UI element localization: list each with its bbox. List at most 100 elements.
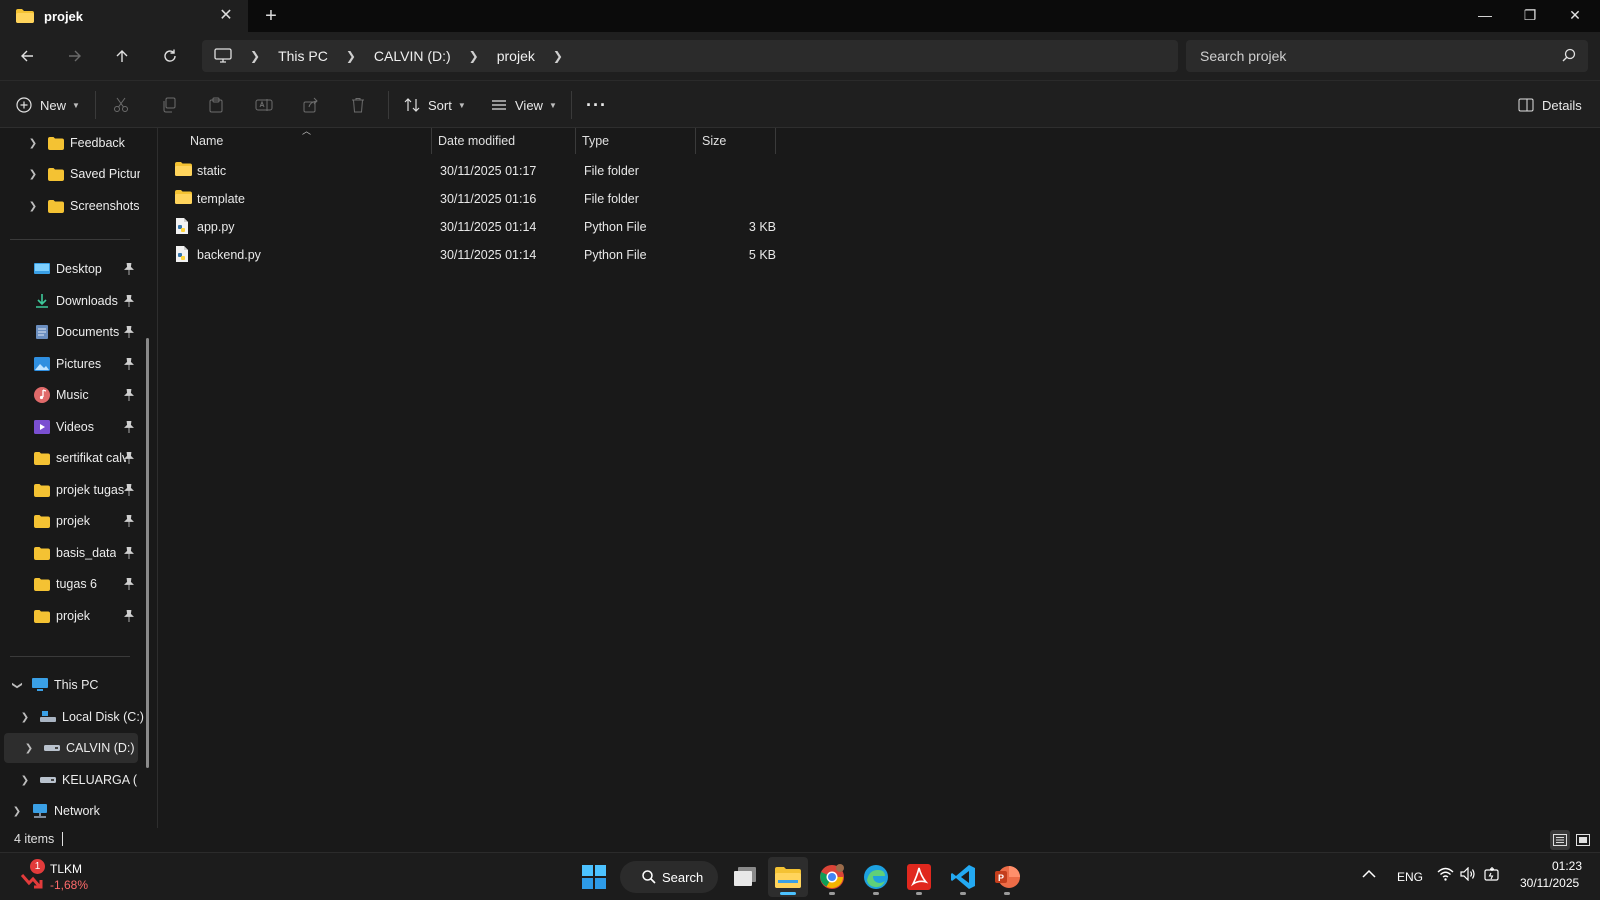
chevron-right-icon[interactable]: ❯ (545, 49, 571, 63)
column-divider[interactable] (575, 128, 576, 154)
pin-icon[interactable] (124, 358, 134, 370)
file-row-app-py[interactable]: app.py 30/11/2025 01:14 Python File 3 KB (171, 214, 781, 240)
refresh-button[interactable] (156, 42, 184, 70)
view-button[interactable]: View ▼ (491, 90, 557, 120)
chevron-down-icon[interactable]: ❯ (12, 678, 23, 692)
taskbar-powerpoint[interactable]: P (987, 857, 1027, 897)
up-button[interactable] (108, 42, 136, 70)
sidebar-item-desktop[interactable]: Desktop (0, 254, 148, 284)
sidebar-item-sertifikat-calvin[interactable]: sertifikat calvin (0, 443, 148, 473)
chevron-right-icon[interactable]: ❯ (26, 138, 40, 149)
search-icon[interactable] (1562, 48, 1576, 65)
chevron-right-icon[interactable]: ❯ (18, 775, 32, 786)
pin-icon[interactable] (124, 547, 134, 559)
sidebar-item-network[interactable]: ❯ Network (0, 796, 148, 826)
sidebar-item-music[interactable]: Music (0, 380, 148, 410)
taskbar-file-explorer[interactable] (768, 857, 808, 897)
sidebar-item-projek[interactable]: projek (0, 506, 148, 536)
paste-button[interactable] (208, 90, 224, 120)
sidebar-item-saved-pictures[interactable]: ❯ Saved Pictures (0, 159, 148, 189)
sidebar-scrollbar[interactable] (146, 338, 149, 768)
volume-icon[interactable] (1460, 866, 1476, 884)
delete-button[interactable] (350, 90, 366, 120)
language-indicator[interactable]: ENG (1397, 870, 1423, 884)
sidebar-item-local-disk-c[interactable]: ❯ Local Disk (C:) (0, 702, 148, 732)
breadcrumb-calvin-drive[interactable]: CALVIN (D:) (364, 48, 461, 64)
column-header-name[interactable]: Name (190, 128, 223, 154)
sidebar-item-pictures[interactable]: Pictures (0, 349, 148, 379)
pin-icon[interactable] (124, 295, 134, 307)
sidebar-item-documents[interactable]: Documents (0, 317, 148, 347)
chevron-right-icon[interactable]: ❯ (18, 712, 32, 723)
forward-button[interactable] (61, 42, 89, 70)
chevron-right-icon[interactable]: ❯ (461, 49, 487, 63)
details-pane-button[interactable]: Details (1518, 90, 1582, 120)
taskbar-chrome[interactable] (812, 857, 852, 897)
wifi-icon[interactable] (1437, 867, 1454, 884)
sidebar-item-tugas-6[interactable]: tugas 6 (0, 569, 148, 599)
share-button[interactable] (303, 90, 319, 120)
sidebar-item-feedback[interactable]: ❯ Feedback (0, 128, 148, 158)
pin-icon[interactable] (124, 515, 134, 527)
pin-icon[interactable] (124, 263, 134, 275)
column-divider[interactable] (775, 128, 776, 154)
new-tab-button[interactable]: + (260, 5, 282, 27)
chevron-right-icon[interactable]: ❯ (26, 169, 40, 180)
minimize-button[interactable]: — (1462, 0, 1508, 30)
copy-button[interactable] (161, 90, 177, 120)
clock-date[interactable]: 30/11/2025 (1520, 876, 1579, 890)
taskbar-search-button[interactable]: Search (620, 861, 718, 893)
sort-button[interactable]: Sort ▼ (404, 90, 466, 120)
sidebar-item-videos[interactable]: Videos (0, 412, 148, 442)
pin-icon[interactable] (124, 484, 134, 496)
search-box[interactable] (1186, 40, 1588, 72)
pin-icon[interactable] (124, 578, 134, 590)
column-divider[interactable] (695, 128, 696, 154)
tab-projek[interactable]: projek ✕ (0, 0, 248, 32)
address-bar[interactable]: ❯ This PC ❯ CALVIN (D:) ❯ projek ❯ (202, 40, 1178, 72)
pin-icon[interactable] (124, 452, 134, 464)
sidebar-item-screenshots[interactable]: ❯ Screenshots (0, 191, 148, 221)
pin-icon[interactable] (124, 389, 134, 401)
stock-widget[interactable]: 1 TLKM -1,68% (18, 859, 118, 895)
sidebar-item-downloads[interactable]: Downloads (0, 286, 148, 316)
breadcrumb-this-pc[interactable]: This PC (268, 48, 338, 64)
file-row-backend-py[interactable]: backend.py 30/11/2025 01:14 Python File … (171, 242, 781, 268)
more-options-button[interactable]: ··· (586, 90, 607, 120)
cut-button[interactable] (113, 90, 129, 120)
chevron-up-icon[interactable] (1362, 867, 1376, 882)
column-divider[interactable] (431, 128, 432, 154)
taskbar-vscode[interactable] (943, 857, 983, 897)
close-tab-icon[interactable]: ✕ (216, 6, 236, 26)
taskbar-edge[interactable] (856, 857, 896, 897)
sidebar-item-keluarga-drive[interactable]: ❯ KELUARGA (E:) (0, 765, 148, 795)
chevron-right-icon[interactable]: ❯ (10, 806, 24, 817)
large-icons-view-button[interactable] (1573, 830, 1593, 850)
column-header-size[interactable]: Size (702, 128, 726, 154)
sidebar-item-this-pc[interactable]: ❯ This PC (0, 670, 148, 700)
pin-icon[interactable] (124, 421, 134, 433)
search-input[interactable] (1200, 48, 1540, 64)
rename-button[interactable] (255, 90, 273, 120)
task-view-button[interactable] (725, 857, 765, 897)
breadcrumb-projek[interactable]: projek (487, 48, 545, 64)
pin-icon[interactable] (124, 610, 134, 622)
file-row-static[interactable]: static 30/11/2025 01:17 File folder (171, 158, 781, 184)
file-row-template[interactable]: template 30/11/2025 01:16 File folder (171, 186, 781, 212)
back-button[interactable] (13, 42, 41, 70)
close-window-button[interactable]: ✕ (1552, 0, 1598, 30)
maximize-button[interactable]: ❐ (1507, 0, 1553, 30)
chevron-right-icon[interactable]: ❯ (26, 201, 40, 212)
column-header-type[interactable]: Type (582, 128, 609, 154)
chevron-right-icon[interactable]: ❯ (22, 743, 36, 754)
sidebar-item-projek-2[interactable]: projek (0, 601, 148, 631)
new-button[interactable]: New ▼ (16, 90, 80, 120)
sidebar-item-projek-tugas[interactable]: projek tugas (0, 475, 148, 505)
details-view-button[interactable] (1550, 830, 1570, 850)
taskbar-acrobat[interactable] (899, 857, 939, 897)
start-button[interactable] (574, 857, 614, 897)
chevron-right-icon[interactable]: ❯ (338, 49, 364, 63)
pin-icon[interactable] (124, 326, 134, 338)
sidebar-item-basis-data[interactable]: basis_data (0, 538, 148, 568)
clock-time[interactable]: 01:23 (1552, 859, 1582, 873)
